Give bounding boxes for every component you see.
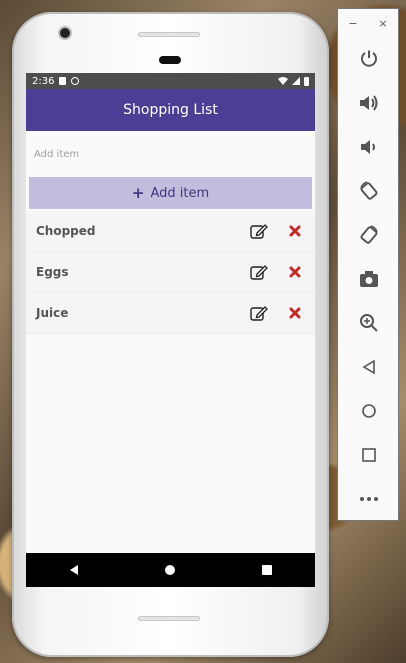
zoom-icon: [360, 314, 378, 332]
back-triangle-icon: [70, 565, 79, 575]
back-icon: [362, 359, 375, 375]
volume-up-icon: [360, 95, 378, 111]
volume-up-button[interactable]: [338, 81, 400, 125]
home-button[interactable]: [338, 389, 400, 433]
app-bar: Shopping List: [26, 89, 315, 131]
nav-overview-button[interactable]: [247, 553, 287, 587]
close-icon: [289, 225, 301, 237]
more-button[interactable]: [338, 477, 400, 521]
signal-icon: [292, 77, 300, 85]
shopping-list: Chopped Eggs Juice: [26, 211, 315, 334]
emulator-side-panel: − ×: [337, 8, 399, 521]
home-icon: [362, 404, 376, 418]
overview-button[interactable]: [338, 433, 400, 477]
add-item-field-container: [26, 131, 315, 177]
earpiece: [159, 56, 181, 64]
camera-icon: [360, 271, 378, 287]
power-icon: [361, 50, 377, 67]
zoom-button[interactable]: [338, 301, 400, 345]
minimize-button[interactable]: −: [348, 17, 357, 30]
power-button[interactable]: [338, 37, 400, 81]
add-item-button-label: Add item: [150, 185, 210, 201]
android-nav-bar: [26, 553, 315, 587]
edit-button[interactable]: [245, 299, 273, 327]
list-item: Eggs: [26, 252, 315, 293]
delete-button[interactable]: [281, 258, 309, 286]
app-title: Shopping List: [123, 102, 218, 118]
list-item: Juice: [26, 293, 315, 334]
device-screen: 2:36 Shopping List + Add item Chopped: [26, 73, 315, 587]
delete-button[interactable]: [281, 299, 309, 327]
nav-back-button[interactable]: [54, 553, 94, 587]
list-item-label: Chopped: [36, 224, 96, 238]
rotate-left-button[interactable]: [338, 169, 400, 213]
edit-button[interactable]: [245, 258, 273, 286]
rotate-right-button[interactable]: [338, 213, 400, 257]
edit-button[interactable]: [245, 217, 273, 245]
wifi-icon: [278, 77, 288, 85]
more-icon: [360, 497, 378, 501]
rotate-left-icon: [360, 181, 378, 200]
edit-icon: [250, 265, 268, 280]
nav-home-button[interactable]: [150, 553, 190, 587]
edit-icon: [250, 306, 268, 321]
home-circle-icon: [165, 565, 176, 575]
top-speaker: [138, 32, 200, 37]
list-item-label: Juice: [36, 306, 69, 320]
close-icon: [289, 266, 301, 278]
close-icon: [289, 307, 301, 319]
bottom-speaker: [138, 616, 200, 621]
volume-down-button[interactable]: [338, 125, 400, 169]
status-bar: 2:36: [26, 73, 315, 89]
volume-down-icon: [361, 140, 375, 154]
edit-icon: [250, 224, 268, 239]
plus-icon: +: [131, 183, 145, 202]
status-time: 2:36: [32, 75, 55, 87]
overview-icon: [362, 448, 376, 462]
sd-card-icon: [59, 77, 67, 85]
close-button[interactable]: ×: [378, 17, 387, 30]
battery-icon: [304, 76, 309, 86]
overview-square-icon: [261, 565, 272, 575]
screenshot-button[interactable]: [338, 257, 400, 301]
back-button[interactable]: [338, 345, 400, 389]
list-item: Chopped: [26, 211, 315, 252]
add-item-button[interactable]: + Add item: [29, 177, 312, 209]
delete-button[interactable]: [281, 217, 309, 245]
panel-window-controls: − ×: [338, 9, 398, 37]
sync-icon: [71, 77, 80, 85]
rotate-right-icon: [360, 225, 378, 244]
front-camera: [60, 28, 70, 38]
list-item-label: Eggs: [36, 265, 69, 279]
add-item-input[interactable]: [32, 147, 296, 161]
